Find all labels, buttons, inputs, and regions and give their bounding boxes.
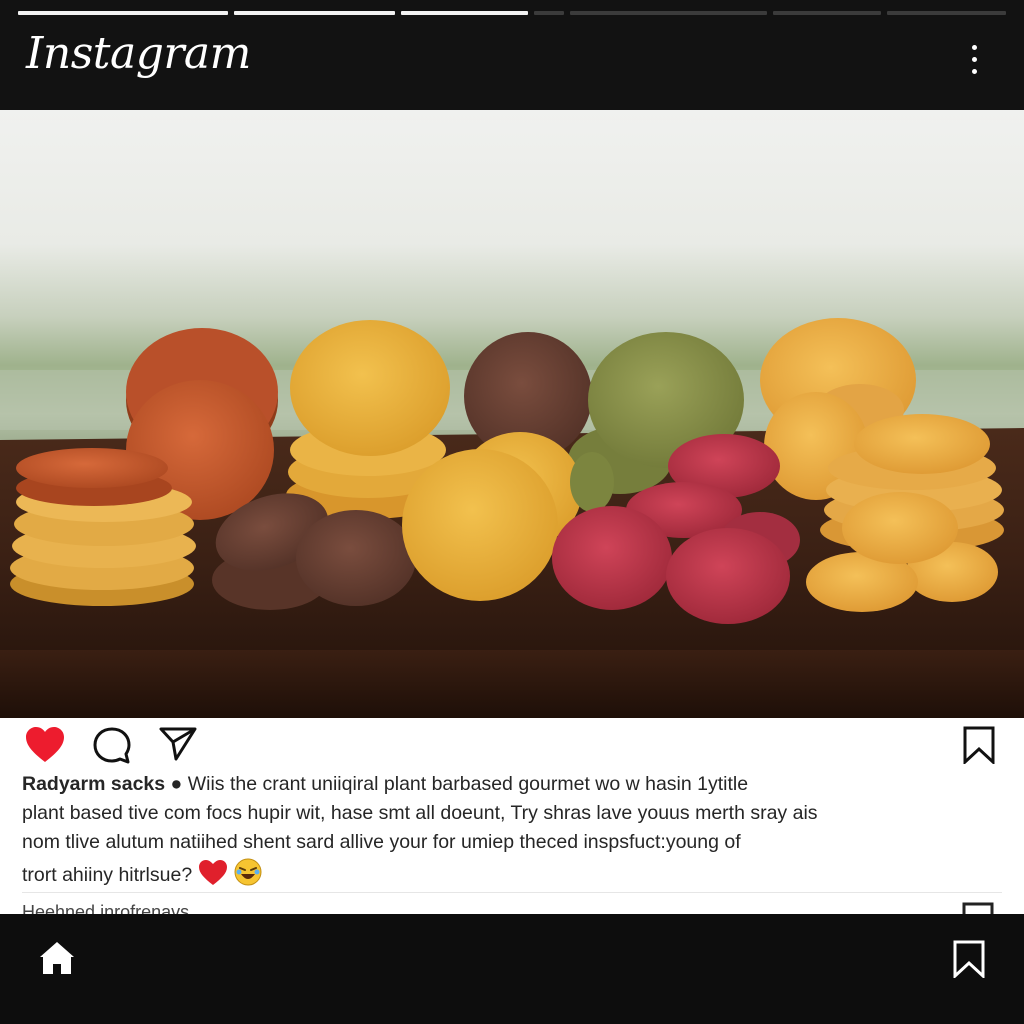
story-progress-segment <box>401 11 528 15</box>
caption-line: trort ahiiny hitrlsue? <box>22 864 193 886</box>
more-vertical-icon[interactable] <box>962 42 986 78</box>
story-progress <box>18 11 1006 15</box>
story-progress-segment <box>773 11 881 15</box>
post-caption: Radyarm sacks ● Wiis the crant uniiqiral… <box>22 770 952 896</box>
bookmark-icon[interactable] <box>962 726 996 769</box>
story-progress-segment <box>534 11 564 15</box>
story-progress-segment <box>234 11 395 15</box>
bottom-nav <box>0 914 1024 1024</box>
post-panel: Radyarm sacks ● Wiis the crant uniiqiral… <box>0 718 1024 922</box>
story-progress-segment <box>570 11 767 15</box>
story-progress-segment <box>18 11 228 15</box>
caption-username[interactable]: Radyarm sacks <box>22 773 165 795</box>
story-progress-segment <box>887 11 1006 15</box>
divider <box>22 892 1002 893</box>
caption-line: Wiis the crant uniiqiral plant barbased … <box>187 773 749 795</box>
caption-line: nom tlive alutum natiihed shent sard all… <box>22 831 741 853</box>
caption-line: plant based tive com focs hupir wit, has… <box>22 802 818 824</box>
instagram-logo[interactable]: Instagram <box>26 28 251 79</box>
heart-icon[interactable] <box>24 726 66 769</box>
home-icon[interactable] <box>38 940 76 981</box>
heart-emoji-icon <box>198 859 228 896</box>
dot-icon: ● <box>170 773 183 795</box>
laughing-emoji-icon <box>233 857 263 896</box>
post-image[interactable] <box>0 110 1024 718</box>
cookies-photo <box>0 110 1024 718</box>
bookmark-icon[interactable] <box>952 940 986 983</box>
send-icon[interactable] <box>158 726 198 767</box>
top-bar: Instagram <box>0 0 1024 110</box>
comment-icon[interactable] <box>92 726 132 771</box>
